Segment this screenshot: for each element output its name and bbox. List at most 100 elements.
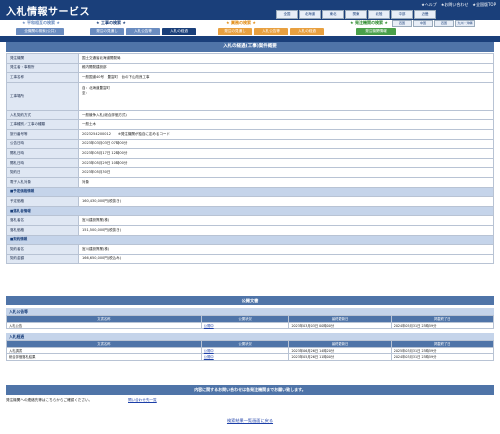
- row-value: 宮川建設興業(株): [78, 215, 494, 226]
- col-header: 公開状況: [200, 340, 290, 348]
- section-title: ■予定価格情報: [6, 186, 494, 198]
- detail-row: 契約日 2023年05月30日: [6, 167, 494, 178]
- col-header: 文書名称: [6, 340, 202, 348]
- detail-row: 契約金額 166,650,000円(税込み): [6, 253, 494, 265]
- progress-docs-table: 文書名称 公開状況 最終更新日 掲載終了日 入札調書 公開中 2023年06月2…: [6, 340, 495, 361]
- col-header: 最終更新日: [288, 340, 392, 348]
- row-value: 稚内開発建設部: [78, 62, 494, 74]
- back-to-results: 検索結果一覧画面に戻る: [0, 418, 500, 424]
- public-docs-heading: 公開文書: [6, 296, 494, 305]
- row-value: 一般土木: [78, 119, 494, 130]
- notice-section-title: 入札公告等: [6, 308, 494, 315]
- row-label: 工事種別／工事の種類: [6, 119, 79, 130]
- app-title: 入札情報サービス: [6, 7, 90, 18]
- tab-service-progress[interactable]: 入札の経過: [290, 28, 324, 35]
- region-tab[interactable]: 北陸: [368, 10, 390, 19]
- header-links: ★ヘルプ ★お問い合わせ ★全国版TOP: [421, 2, 496, 8]
- contact-heading: 内容に関するお問い合わせは各発注機関までお願い致します。: [6, 385, 494, 395]
- row-value: 166,650,000円(税込み): [78, 253, 494, 265]
- region-tab[interactable]: 北海道: [299, 10, 321, 19]
- search-nav: ★ 平和相互の検索 ★ ★ 工事の検索 ★ ★ 業務の検索 ★ ★ 発注機関の検…: [0, 20, 500, 36]
- row-label: 工事名称: [6, 72, 79, 83]
- row-label: 発注機関: [6, 53, 79, 64]
- help-link[interactable]: ★ヘルプ: [421, 2, 437, 8]
- col-header: 掲載終了日: [390, 340, 495, 348]
- section-title: ■契約情報: [6, 234, 494, 246]
- table-row: 入札調書 公開中 2023年06月26日 14時20分 2025年03月31日 …: [6, 346, 495, 355]
- detail-row: 工事場所 自：北海道豊富町 至：: [6, 81, 494, 111]
- row-value: 2023年05月29日 10時00分: [78, 157, 494, 169]
- row-label: 工事場所: [6, 81, 79, 111]
- inquiry-link[interactable]: ★お問い合わせ: [441, 2, 469, 8]
- contact-text: 発注機関への連絡先等はこちらからご確認ください。: [6, 398, 93, 402]
- tab-all-agencies[interactable]: 全機関の検索(公共): [16, 28, 64, 35]
- col-header: 公開状況: [200, 315, 290, 323]
- detail-row: 旅行番号等 2023254200012 ※発注機関が独自に定めるコード: [6, 128, 494, 140]
- row-label: 契約金額: [6, 253, 79, 265]
- doc-status-link[interactable]: 公開中: [200, 353, 290, 361]
- row-value: 国土交通省北海道開発局: [78, 53, 494, 64]
- tab-construction-outlook[interactable]: 発注の見通し: [90, 28, 124, 35]
- row-value: 160,430,000円(税抜き): [78, 196, 494, 207]
- row-value: 自：北海道豊富町 至：: [78, 81, 494, 111]
- row-value: 2023年05月17日 12時00分: [78, 148, 494, 159]
- doc-name: 総合評価落札結果: [6, 353, 202, 361]
- section-row: ■落札者情報: [6, 205, 494, 217]
- nav-group-title: ★ 発注機関の検索 ★: [350, 20, 388, 25]
- section-row: ■契約情報: [6, 234, 494, 246]
- col-header: 掲載終了日: [390, 315, 495, 323]
- row-value: 151,500,000円(税抜き): [78, 224, 494, 236]
- row-value: 2023年03月03日 07時00分: [78, 138, 494, 150]
- detail-row: 契約者名 宮川建設興業(株): [6, 244, 494, 255]
- top-header: 入札情報サービス ★ヘルプ ★お問い合わせ ★全国版TOP 全国 北海道 東北 …: [0, 0, 500, 20]
- tab-service-outlook[interactable]: 発注の見通し: [218, 28, 252, 35]
- nav-group-title: ★ 業務の検索 ★: [226, 20, 256, 25]
- contact-row: 発注機関への連絡先等はこちらからご確認ください。 問い合わせ先一覧: [6, 397, 494, 405]
- col-header: 最終更新日: [288, 315, 392, 323]
- row-label: 電子入札対象: [6, 176, 79, 188]
- table-row: 総合評価落札結果 公開中 2023年05月26日 11時00分 2024年03月…: [6, 353, 495, 361]
- table-header-row: 文書名称 公開状況 最終更新日 掲載終了日: [6, 340, 495, 348]
- doc-updated: 2023年05月26日 11時00分: [288, 353, 392, 361]
- table-header-row: 文書名称 公開状況 最終更新日 掲載終了日: [6, 315, 495, 323]
- section-row: ■予定価格情報: [6, 186, 494, 198]
- national-top-link[interactable]: ★全国版TOP: [472, 2, 496, 8]
- row-label: 公告日時: [6, 138, 79, 150]
- row-label: 入札契約方式: [6, 109, 79, 121]
- doc-name: 入札公告: [6, 321, 202, 330]
- detail-row: 電子入札対象 対象: [6, 176, 494, 188]
- row-label: 開札日時: [6, 157, 79, 169]
- doc-status-link[interactable]: 公開中: [200, 346, 290, 355]
- back-link[interactable]: 検索結果一覧画面に戻る: [227, 418, 273, 423]
- tab-service-notice[interactable]: 入札公告等: [254, 28, 288, 35]
- notice-docs-table: 文書名称 公開状況 最終更新日 掲載終了日 入札公告 公開中 2023年03月0…: [6, 315, 495, 330]
- row-value: 宮川建設興業(株): [78, 244, 494, 255]
- tab-construction-progress[interactable]: 入札の経過: [162, 28, 196, 35]
- doc-end: 2024年03月31日 23時59分: [390, 353, 495, 361]
- row-label: 開札日時: [6, 148, 79, 159]
- contact-list-link[interactable]: 問い合わせ先一覧: [128, 398, 157, 403]
- section-title: ■落札者情報: [6, 205, 494, 217]
- row-label: 旅行番号等: [6, 128, 79, 140]
- doc-end: 2024年05月31日 23時59分: [390, 321, 495, 330]
- region-tab[interactable]: 関東: [345, 10, 367, 19]
- region-tab[interactable]: 中部: [391, 10, 413, 19]
- doc-end: 2025年03月31日 23時59分: [390, 346, 495, 355]
- doc-name: 入札調書: [6, 346, 202, 355]
- region-tab[interactable]: 近畿: [414, 10, 436, 19]
- region-tab[interactable]: 東北: [322, 10, 344, 19]
- tab-agency-info[interactable]: 発注機関情報: [356, 28, 396, 35]
- tab-construction-notice[interactable]: 入札公告等: [126, 28, 160, 35]
- row-label: 契約日: [6, 167, 79, 178]
- row-value: 2023254200012 ※発注機関が独自に定めるコード: [78, 128, 494, 140]
- detail-row: 入札契約方式 一般競争入札(総合評価方式): [6, 109, 494, 121]
- row-label: 落札価格: [6, 224, 79, 236]
- row-value: 一般競争入札(総合評価方式): [78, 109, 494, 121]
- doc-status-link[interactable]: 公開中: [200, 321, 290, 330]
- region-tab[interactable]: 全国: [276, 10, 298, 19]
- detail-row: 公告日時 2023年03月03日 07時00分: [6, 138, 494, 150]
- row-label: 予定価格: [6, 196, 79, 207]
- row-label: 落札者名: [6, 215, 79, 226]
- detail-row: 発注機関 国土交通省北海道開発局: [6, 53, 494, 64]
- row-label: 契約者名: [6, 244, 79, 255]
